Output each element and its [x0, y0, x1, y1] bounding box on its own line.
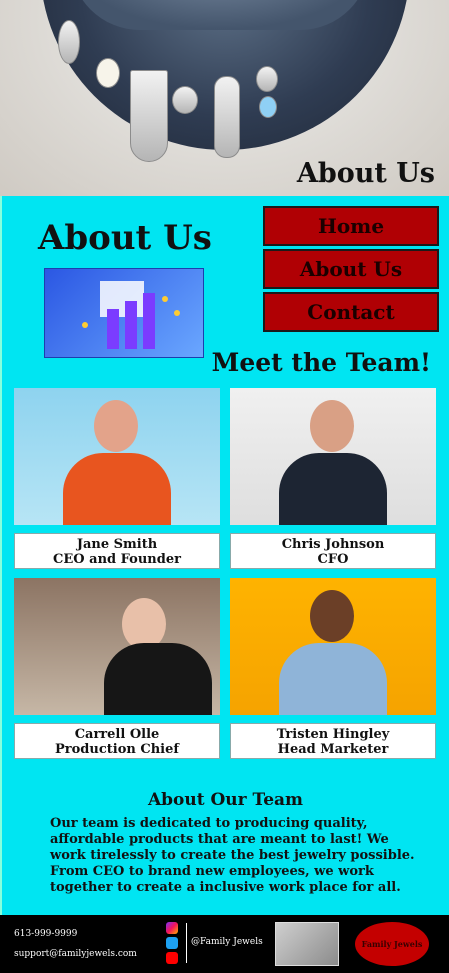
- nav-about-button[interactable]: About Us: [263, 249, 439, 289]
- nav-home-button[interactable]: Home: [263, 206, 439, 246]
- twitter-icon[interactable]: [166, 937, 178, 949]
- team-card: Tristen Hingley Head Marketer: [230, 578, 436, 759]
- earring-image: [259, 96, 277, 118]
- footer-phone: 613-999-9999: [14, 929, 78, 939]
- team-member-role: Production Chief: [55, 742, 179, 757]
- team-member-name: Chris Johnson: [281, 537, 385, 552]
- team-member-name: Carrell Olle: [74, 727, 160, 742]
- team-card: Carrell Olle Production Chief: [14, 578, 220, 759]
- team-card: Jane Smith CEO and Founder: [14, 388, 220, 569]
- youtube-icon[interactable]: [166, 952, 178, 964]
- earring-image: [58, 20, 80, 64]
- team-member-name: Jane Smith: [76, 537, 158, 552]
- earring-image: [96, 58, 120, 88]
- instagram-icon[interactable]: [166, 922, 178, 934]
- person-body: [279, 643, 387, 715]
- footer-email[interactable]: support@familyjewels.com: [14, 949, 137, 959]
- team-photo: [14, 388, 220, 525]
- footer-social-handle[interactable]: @Family Jewels: [191, 937, 263, 947]
- nav-contact-button[interactable]: Contact: [263, 292, 439, 332]
- team-caption: Tristen Hingley Head Marketer: [230, 723, 436, 759]
- earring-image: [172, 86, 198, 114]
- brand-logo: Family Jewels: [355, 922, 429, 966]
- about-team-text: Our team is dedicated to producing quali…: [50, 816, 415, 895]
- person-head: [310, 590, 354, 642]
- social-links: [166, 922, 180, 967]
- team-photo: [14, 578, 220, 715]
- main-content: About Us Home About Us Contact Meet the …: [0, 196, 449, 915]
- earring-image: [130, 70, 168, 162]
- meet-team-heading: Meet the Team!: [211, 348, 431, 377]
- earring-image: [256, 66, 278, 92]
- team-caption: Chris Johnson CFO: [230, 533, 436, 569]
- main-nav: Home About Us Contact: [263, 206, 439, 335]
- team-photo: [230, 578, 436, 715]
- team-caption: Jane Smith CEO and Founder: [14, 533, 220, 569]
- team-member-role: CEO and Founder: [53, 552, 181, 567]
- hero-title: About Us: [296, 158, 435, 189]
- about-team-heading: About Our Team: [147, 790, 304, 810]
- jewelry-thumbnail: [275, 922, 339, 966]
- footer: 613-999-9999 support@familyjewels.com @F…: [0, 915, 449, 973]
- team-member-name: Tristen Hingley: [276, 727, 390, 742]
- person-body: [104, 643, 212, 715]
- page-title: About Us: [38, 218, 212, 258]
- person-head: [94, 400, 138, 452]
- person-body: [63, 453, 171, 525]
- team-member-role: CFO: [317, 552, 349, 567]
- person-head: [310, 400, 354, 452]
- team-illustration: [44, 268, 204, 358]
- hero-banner: About Us: [0, 0, 449, 196]
- person-body: [279, 453, 387, 525]
- footer-divider: [186, 923, 187, 963]
- team-member-role: Head Marketer: [277, 742, 389, 757]
- team-photo: [230, 388, 436, 525]
- team-caption: Carrell Olle Production Chief: [14, 723, 220, 759]
- earring-image: [214, 76, 240, 158]
- team-card: Chris Johnson CFO: [230, 388, 436, 569]
